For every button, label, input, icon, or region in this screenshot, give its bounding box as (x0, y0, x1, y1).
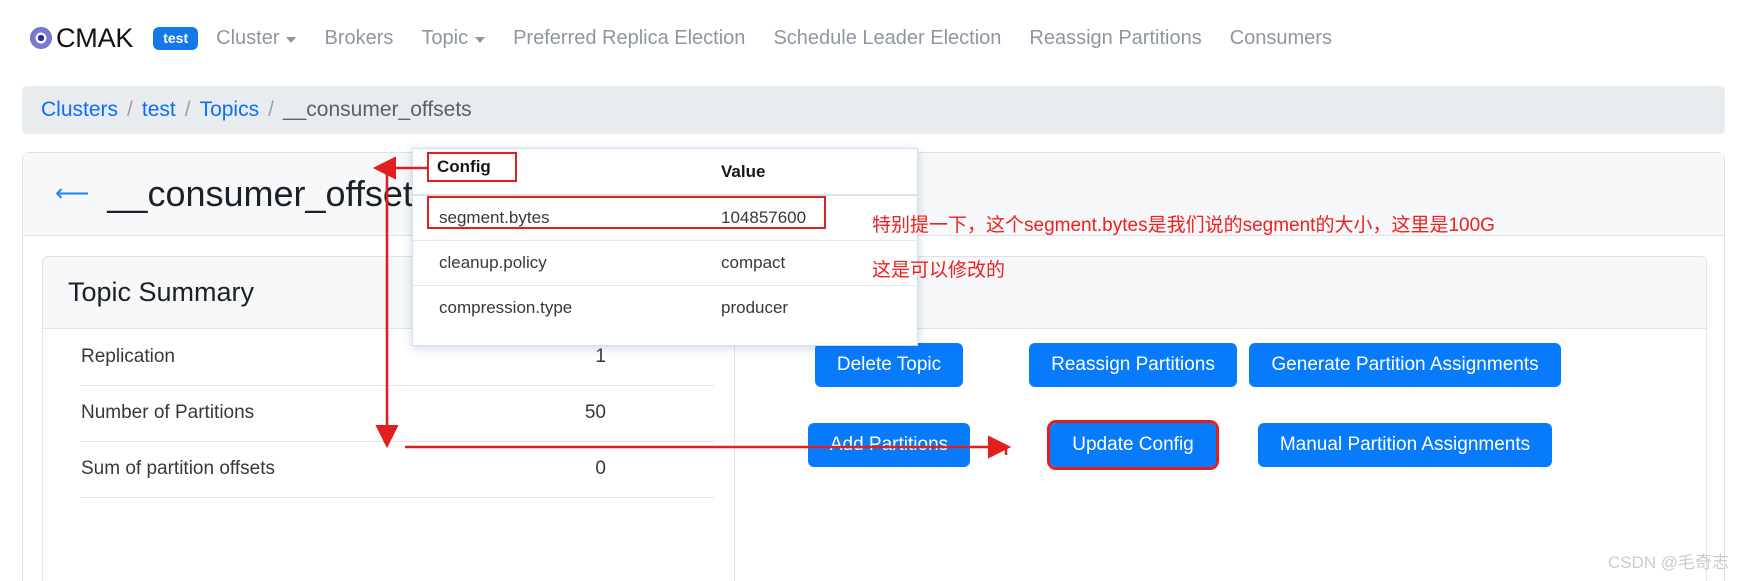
nav-item-consumers-label: Consumers (1229, 26, 1332, 49)
nav-item-preferred-replica-election[interactable]: Preferred Replica Election (513, 27, 745, 50)
table-row: segment.bytes 104857600 (413, 195, 917, 241)
slot-delete-topic: Delete Topic (767, 343, 1011, 387)
delete-topic-button[interactable]: Delete Topic (814, 343, 964, 387)
nav-item-reassign-partitions[interactable]: Reassign Partitions (1029, 27, 1201, 50)
top-navbar: CMAK test Cluster Brokers Topic Preferre… (0, 0, 1747, 76)
summary-label-replication: Replication (81, 329, 461, 386)
reassign-partitions-button[interactable]: Reassign Partitions (1029, 343, 1237, 387)
config-popup-panel: Config Value segment.bytes 104857600 cle… (412, 148, 918, 346)
manual-partition-assignments-button[interactable]: Manual Partition Assignments (1257, 423, 1553, 467)
watermark: CSDN @毛奇志 (1607, 553, 1729, 572)
brand-name: CMAK (56, 22, 134, 53)
topic-summary-body: Replication 1 Number of Partitions 50 Su… (43, 329, 1706, 581)
config-key-segment-bytes: segment.bytes (413, 195, 721, 241)
breadcrumb-item-clusters[interactable]: Clusters (41, 98, 118, 122)
config-column-header-value: Value (721, 149, 917, 196)
nav-item-cluster-label: Cluster (216, 26, 280, 49)
cmak-logo-icon (30, 27, 52, 49)
nav-item-preferred-replica-election-label: Preferred Replica Election (513, 26, 746, 49)
nav-item-schedule-leader-election-label: Schedule Leader Election (773, 26, 1002, 49)
table-row: cleanup.policy compact (413, 240, 917, 286)
config-key-cleanup-policy: cleanup.policy (413, 240, 721, 286)
chevron-down-icon (286, 37, 297, 43)
summary-table-container: Replication 1 Number of Partitions 50 Su… (43, 329, 735, 581)
nav-item-brokers[interactable]: Brokers (324, 27, 393, 50)
breadcrumb-current-topic: __consumer_offsets (282, 98, 472, 121)
topic-summary-table: Replication 1 Number of Partitions 50 Su… (81, 329, 714, 498)
brand-logo-group[interactable]: CMAK (30, 23, 133, 54)
nav-item-schedule-leader-election[interactable]: Schedule Leader Election (773, 27, 1001, 50)
topic-actions-container: Delete Topic Reassign Partitions Generat… (735, 329, 1706, 581)
nav-item-topic-label: Topic (421, 26, 469, 49)
nav-item-consumers[interactable]: Consumers (1230, 27, 1332, 50)
chevron-down-icon (475, 37, 486, 43)
table-row: Number of Partitions 50 (81, 385, 714, 442)
breadcrumb-separator: / (184, 98, 191, 121)
breadcrumb-item-topics[interactable]: Topics (200, 98, 260, 122)
nav-item-topic[interactable]: Topic (421, 26, 486, 50)
table-row: Sum of partition offsets 0 (81, 441, 714, 498)
annotation-text-segment-bytes: 特别提一下，这个segment.bytes是我们说的segment的大小，这里是… (872, 215, 1495, 236)
highlight-config-header-label: Config (437, 157, 491, 176)
slot-update-config: Update Config (1011, 420, 1255, 470)
slot-add-partitions: Add Partitions (767, 423, 1011, 467)
summary-value-sum-of-partition-offsets: 0 (461, 441, 714, 498)
page-title: __consumer_offsets (107, 173, 431, 214)
summary-label-number-of-partitions: Number of Partitions (81, 385, 461, 442)
config-value-compression-type: producer (721, 297, 789, 317)
action-button-row-1: Delete Topic Reassign Partitions Generat… (767, 343, 1706, 387)
action-button-row-2: Add Partitions Update Config Manual Part… (767, 420, 1706, 470)
summary-label-sum-of-partition-offsets: Sum of partition offsets (81, 441, 461, 498)
add-partitions-button[interactable]: Add Partitions (807, 423, 971, 467)
table-row: compression.type producer (413, 285, 917, 330)
generate-partition-assignments-button[interactable]: Generate Partition Assignments (1249, 343, 1561, 387)
summary-value-number-of-partitions: 50 (461, 385, 714, 442)
breadcrumb: Clusters / test / Topics / __consumer_of… (22, 86, 1725, 134)
update-config-button[interactable]: Update Config (1047, 420, 1219, 470)
cluster-badge-test[interactable]: test (153, 26, 199, 50)
action-button-rows: Delete Topic Reassign Partitions Generat… (767, 329, 1706, 470)
breadcrumb-separator: / (268, 98, 274, 121)
nav-item-reassign-partitions-label: Reassign Partitions (1029, 26, 1202, 49)
topic-summary-title: Topic Summary (68, 277, 255, 307)
slot-generate-partition-assignments: Generate Partition Assignments (1249, 343, 1561, 387)
back-arrow-icon[interactable]: ⟵ (55, 182, 89, 206)
annotation-text-editable: 这是可以修改的 (872, 260, 1006, 281)
nav-item-cluster[interactable]: Cluster (216, 26, 297, 50)
slot-manual-partition-assignments: Manual Partition Assignments (1255, 423, 1555, 467)
slot-reassign-partitions: Reassign Partitions (1011, 343, 1255, 387)
nav-item-brokers-label: Brokers (324, 26, 394, 49)
breadcrumb-item-test[interactable]: test (142, 98, 176, 122)
breadcrumb-separator: / (127, 98, 133, 121)
config-key-compression-type: compression.type (439, 297, 573, 317)
cmak-topic-page: CMAK test Cluster Brokers Topic Preferre… (0, 0, 1747, 581)
